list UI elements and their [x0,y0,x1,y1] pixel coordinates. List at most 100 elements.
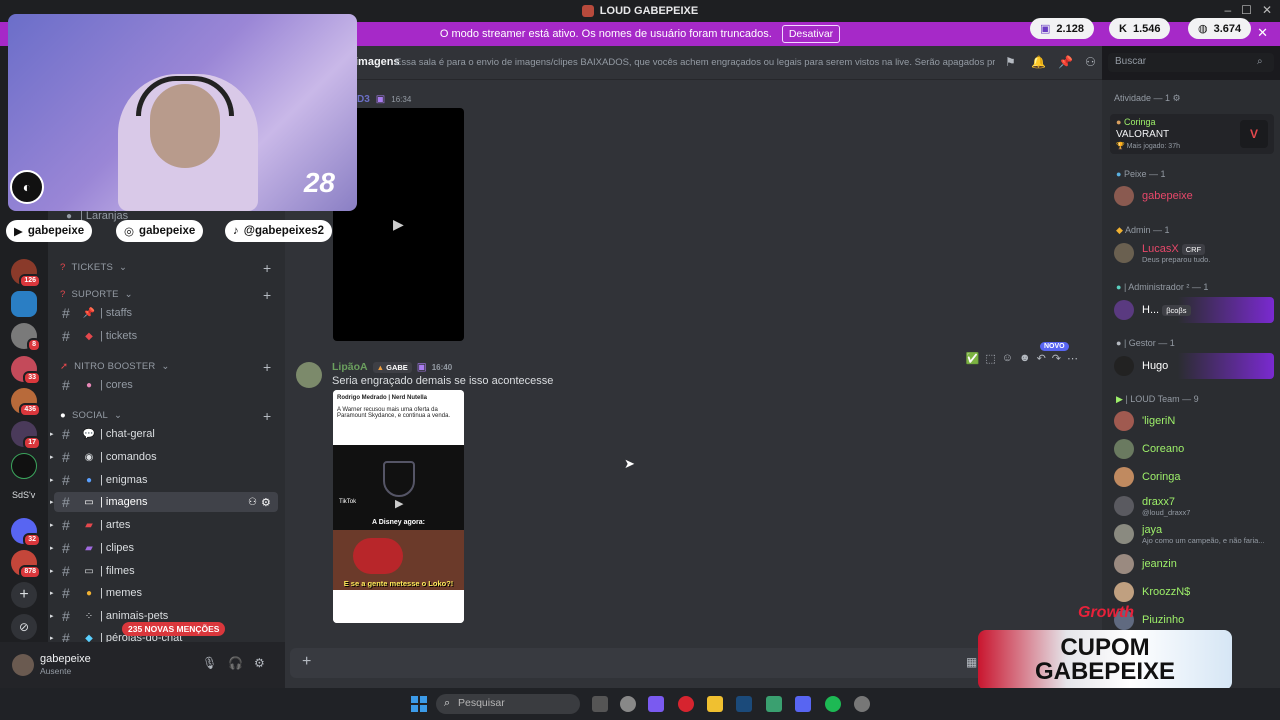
server-badge: 436 [19,403,41,417]
emoji-reaction-icon[interactable]: ☺ [1002,352,1013,364]
more-options-icon[interactable]: ⋯ [1067,352,1078,365]
activity-detail-text: Mais jogado: 37h [1126,143,1180,150]
windows-start-icon[interactable] [411,696,427,712]
minimize-button[interactable]: – [1224,3,1231,17]
username[interactable]: gabepeixe [40,653,91,665]
task-view-icon[interactable] [592,696,608,712]
category-suporte[interactable]: ? SUPORTE ⌄ + [60,287,271,303]
headphones-icon[interactable]: 🎧 [228,656,243,670]
slack-icon[interactable] [766,696,782,712]
obs-icon[interactable] [854,696,870,712]
channel-topic[interactable]: Essa sala é para o envio de imagens/clip… [395,57,995,68]
server-icon[interactable]: 32 [11,518,41,547]
play-icon[interactable]: ▶ [395,497,403,510]
taskbar-search[interactable]: Pesquisar [436,694,580,714]
server-label[interactable]: SdS'v [12,490,35,500]
server-icon[interactable]: 8 [11,323,41,352]
channel-label: | cores [100,379,133,391]
member-row[interactable]: LucasX CRF Deus preparou tudo. [1114,240,1274,266]
message-author[interactable]: D3 [357,94,370,105]
add-channel-icon[interactable]: + [263,408,271,424]
windows-taskbar [0,688,1280,720]
channel-imagens[interactable]: ▸ # ▭ | imagens ⚇ ⚙ [50,492,278,512]
maximize-button[interactable]: ☐ [1241,3,1252,17]
bell-icon[interactable]: 🔔 [1031,55,1046,69]
channel-enigmas[interactable]: ▸ # ● | enigmas [50,470,278,490]
add-channel-icon[interactable]: + [263,359,271,375]
member-row[interactable]: Hugo [1114,353,1274,379]
app-icon[interactable] [620,696,636,712]
channel-chat-geral[interactable]: ▸ # 💬 | chat-geral [50,424,278,444]
add-channel-icon[interactable]: + [263,260,271,276]
member-row[interactable]: jeanzin [1114,551,1274,577]
avatar[interactable] [12,654,34,676]
gear-icon[interactable]: ⚙ [261,496,271,509]
member-row[interactable]: KroozzN$ [1114,579,1274,605]
tweet-text: A Warner recusou mais uma oferta da Para… [337,407,451,419]
add-member-icon[interactable]: ⚇ [248,497,257,508]
microphone-icon[interactable]: 🎙 [202,656,217,670]
new-mentions-badge[interactable]: 235 NOVAS MENÇÕES [122,622,226,636]
server-icon[interactable]: 17 [11,421,41,450]
member-row[interactable]: draxx7 @loud_draxx7 [1114,493,1274,519]
tiktok-icon: ♪ [233,225,239,237]
forward-icon[interactable]: ↷ [1052,352,1061,365]
search-input[interactable]: Buscar [1108,53,1274,72]
server-icon[interactable]: 33 [11,356,41,385]
gift-icon[interactable]: ▦ [966,655,977,669]
server-icon[interactable]: 436 [11,388,41,417]
threads-icon[interactable]: ⚑ [1005,55,1016,69]
server-icon[interactable] [11,291,37,317]
member-row[interactable]: jaya Ajo como um campeão, e não faria... [1114,521,1274,547]
copilot-icon[interactable] [648,696,664,712]
gear-icon[interactable]: ⚙ [1173,93,1181,103]
channel-memes[interactable]: ▸ # ● | memes [50,583,278,603]
member-name: Piuzinho [1142,614,1185,626]
steam-icon[interactable] [736,696,752,712]
select-icon[interactable]: ⬚ [985,352,995,365]
banner-close-icon[interactable]: ✕ [1257,25,1268,41]
member-row[interactable]: H... βcoβs [1114,297,1274,323]
activity-card[interactable]: ● Coringa VALORANT 🏆 Mais jogado: 37h V [1110,114,1274,154]
channel-comandos[interactable]: ▸ # ◉ | comandos [50,447,278,467]
message-author[interactable]: LipãoA [332,361,368,373]
channel-artes[interactable]: ▸ # ▰ | artes [50,515,278,535]
add-reaction-icon[interactable]: ☻ [1019,352,1031,364]
member-status: Ajo como um campeão, e não faria... [1142,535,1265,545]
close-window-button[interactable]: ✕ [1262,3,1272,17]
channel-filmes[interactable]: ▸ # ▭ | filmes [50,561,278,581]
server-icon[interactable]: 126 [11,259,41,288]
disable-streamer-mode-button[interactable]: Desativar [781,25,841,43]
server-icon[interactable]: 878 [11,550,41,579]
category-nitro-booster[interactable]: ➚ NITRO BOOSTER ⌄ + [60,359,271,375]
channel-tickets[interactable]: # ◆ | tickets [54,326,278,346]
opera-icon[interactable] [678,696,694,712]
reply-icon[interactable]: ↶ [1037,352,1046,365]
image-attachment[interactable]: Rodrigo Medrado | Nerd Nutella A Warner … [333,390,464,623]
message-composer[interactable]: + ▦ [290,648,1095,678]
add-server-icon[interactable]: + [11,582,37,608]
category-social[interactable]: ● SOCIAL ⌄ + [60,408,271,424]
member-row[interactable]: Coreano [1114,436,1274,462]
member-row[interactable]: Coringa [1114,464,1274,490]
add-channel-icon[interactable]: + [263,287,271,303]
discord-icon[interactable] [795,696,811,712]
file-explorer-icon[interactable] [707,696,723,712]
channel-clipes[interactable]: ▸ # ▰ | clipes [50,538,278,558]
spotify-icon[interactable] [825,696,841,712]
discover-icon[interactable]: ⊘ [11,614,37,640]
play-icon[interactable]: ▶ [393,216,404,233]
user-settings-gear-icon[interactable]: ⚙ [254,656,265,670]
attach-plus-icon[interactable]: + [302,653,311,671]
category-tickets[interactable]: ? TICKETS ⌄ + [60,260,271,276]
hash-icon: # [62,585,70,601]
members-icon[interactable]: ⚇ [1085,55,1096,69]
member-row[interactable]: 'ligeriN [1114,408,1274,434]
check-reaction-icon[interactable]: ✅ [966,352,980,365]
avatar[interactable] [296,362,322,388]
pin-icon[interactable]: 📌 [1058,55,1073,69]
channel-cores[interactable]: # ● | cores [54,375,278,395]
member-row[interactable]: gabepeixe [1114,183,1274,209]
channel-staffs[interactable]: # 📌 | staffs [54,303,278,323]
server-icon[interactable] [11,453,37,479]
